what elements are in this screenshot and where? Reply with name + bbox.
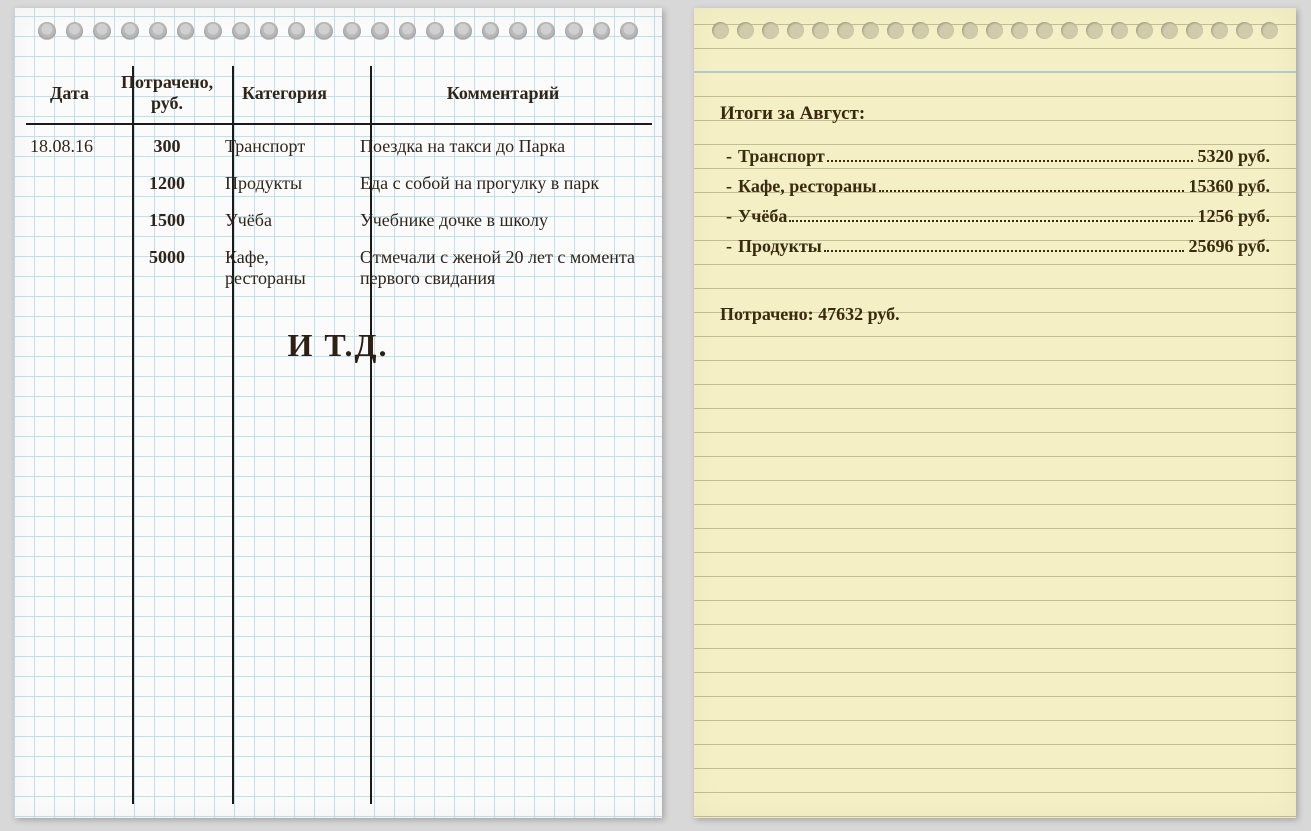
- cell-category: Кафе, рестораны: [217, 239, 352, 297]
- header-amount: Потрачено, руб.: [117, 66, 217, 128]
- bullet-dash: -: [720, 204, 738, 228]
- table-row: 5000Кафе, рестораныОтмечали с женой 20 л…: [22, 239, 654, 297]
- summary-item-name: Транспорт: [738, 144, 825, 168]
- summary-item-value: 15360 руб.: [1188, 174, 1270, 198]
- yellow-lined-notepad: Итоги за Август: -Транспорт5320 руб.-Каф…: [694, 8, 1296, 818]
- summary-item: -Продукты 25696 руб.: [720, 234, 1270, 258]
- table-row: 1500УчёбаУчебнике дочке в школу: [22, 202, 654, 239]
- cell-category: Транспорт: [217, 128, 352, 165]
- table-row: 1200ПродуктыЕда с собой на прогулку в па…: [22, 165, 654, 202]
- summary-item: -Кафе, рестораны 15360 руб.: [720, 174, 1270, 198]
- summary-total: Потрачено: 47632 руб.: [720, 302, 1270, 326]
- cell-comment: Поездка на такси до Парка: [352, 128, 654, 165]
- summary-item-value: 5320 руб.: [1197, 144, 1270, 168]
- cell-amount: 1500: [117, 202, 217, 239]
- header-comment: Комментарий: [352, 66, 654, 128]
- bullet-dash: -: [720, 234, 738, 258]
- dot-leader: [827, 160, 1194, 162]
- cell-date: 18.08.16: [22, 128, 117, 165]
- summary-item: -Учёба 1256 руб.: [720, 204, 1270, 228]
- summary-item-name: Продукты: [738, 234, 822, 258]
- bullet-dash: -: [720, 174, 738, 198]
- summary-item-name: Учёба: [738, 204, 787, 228]
- dot-leader: [789, 220, 1193, 222]
- cell-amount: 1200: [117, 165, 217, 202]
- cell-comment: Учебнике дочке в школу: [352, 202, 654, 239]
- cell-amount: 5000: [117, 239, 217, 297]
- etc-label: И Т.Д.: [22, 327, 654, 364]
- punched-holes: [694, 22, 1296, 39]
- cell-amount: 300: [117, 128, 217, 165]
- spiral-binding: [14, 22, 662, 40]
- dot-leader: [824, 250, 1185, 252]
- header-date: Дата: [22, 66, 117, 128]
- summary-item-value: 1256 руб.: [1197, 204, 1270, 228]
- summary-item-name: Кафе, рестораны: [738, 174, 877, 198]
- cell-comment: Отмечали с женой 20 лет с момента первог…: [352, 239, 654, 297]
- cell-category: Учёба: [217, 202, 352, 239]
- cell-comment: Еда с собой на прогулку в парк: [352, 165, 654, 202]
- bullet-dash: -: [720, 144, 738, 168]
- table-row: 18.08.16300ТранспортПоездка на такси до …: [22, 128, 654, 165]
- dot-leader: [879, 190, 1185, 192]
- total-label: Потрачено:: [720, 304, 814, 324]
- cell-date: [22, 165, 117, 202]
- header-category: Категория: [217, 66, 352, 128]
- cell-date: [22, 239, 117, 297]
- expense-ledger: Дата Потрачено, руб. Категория Комментар…: [22, 66, 654, 364]
- total-value: 47632: [818, 304, 863, 324]
- cell-date: [22, 202, 117, 239]
- summary-item-value: 25696 руб.: [1188, 234, 1270, 258]
- graph-paper-notepad: Дата Потрачено, руб. Категория Комментар…: [14, 8, 662, 818]
- month-summary: Итоги за Август: -Транспорт5320 руб.-Каф…: [720, 102, 1270, 326]
- summary-item: -Транспорт 5320 руб.: [720, 144, 1270, 168]
- summary-title: Итоги за Август:: [720, 102, 1270, 126]
- cell-category: Продукты: [217, 165, 352, 202]
- total-currency: руб.: [868, 304, 900, 324]
